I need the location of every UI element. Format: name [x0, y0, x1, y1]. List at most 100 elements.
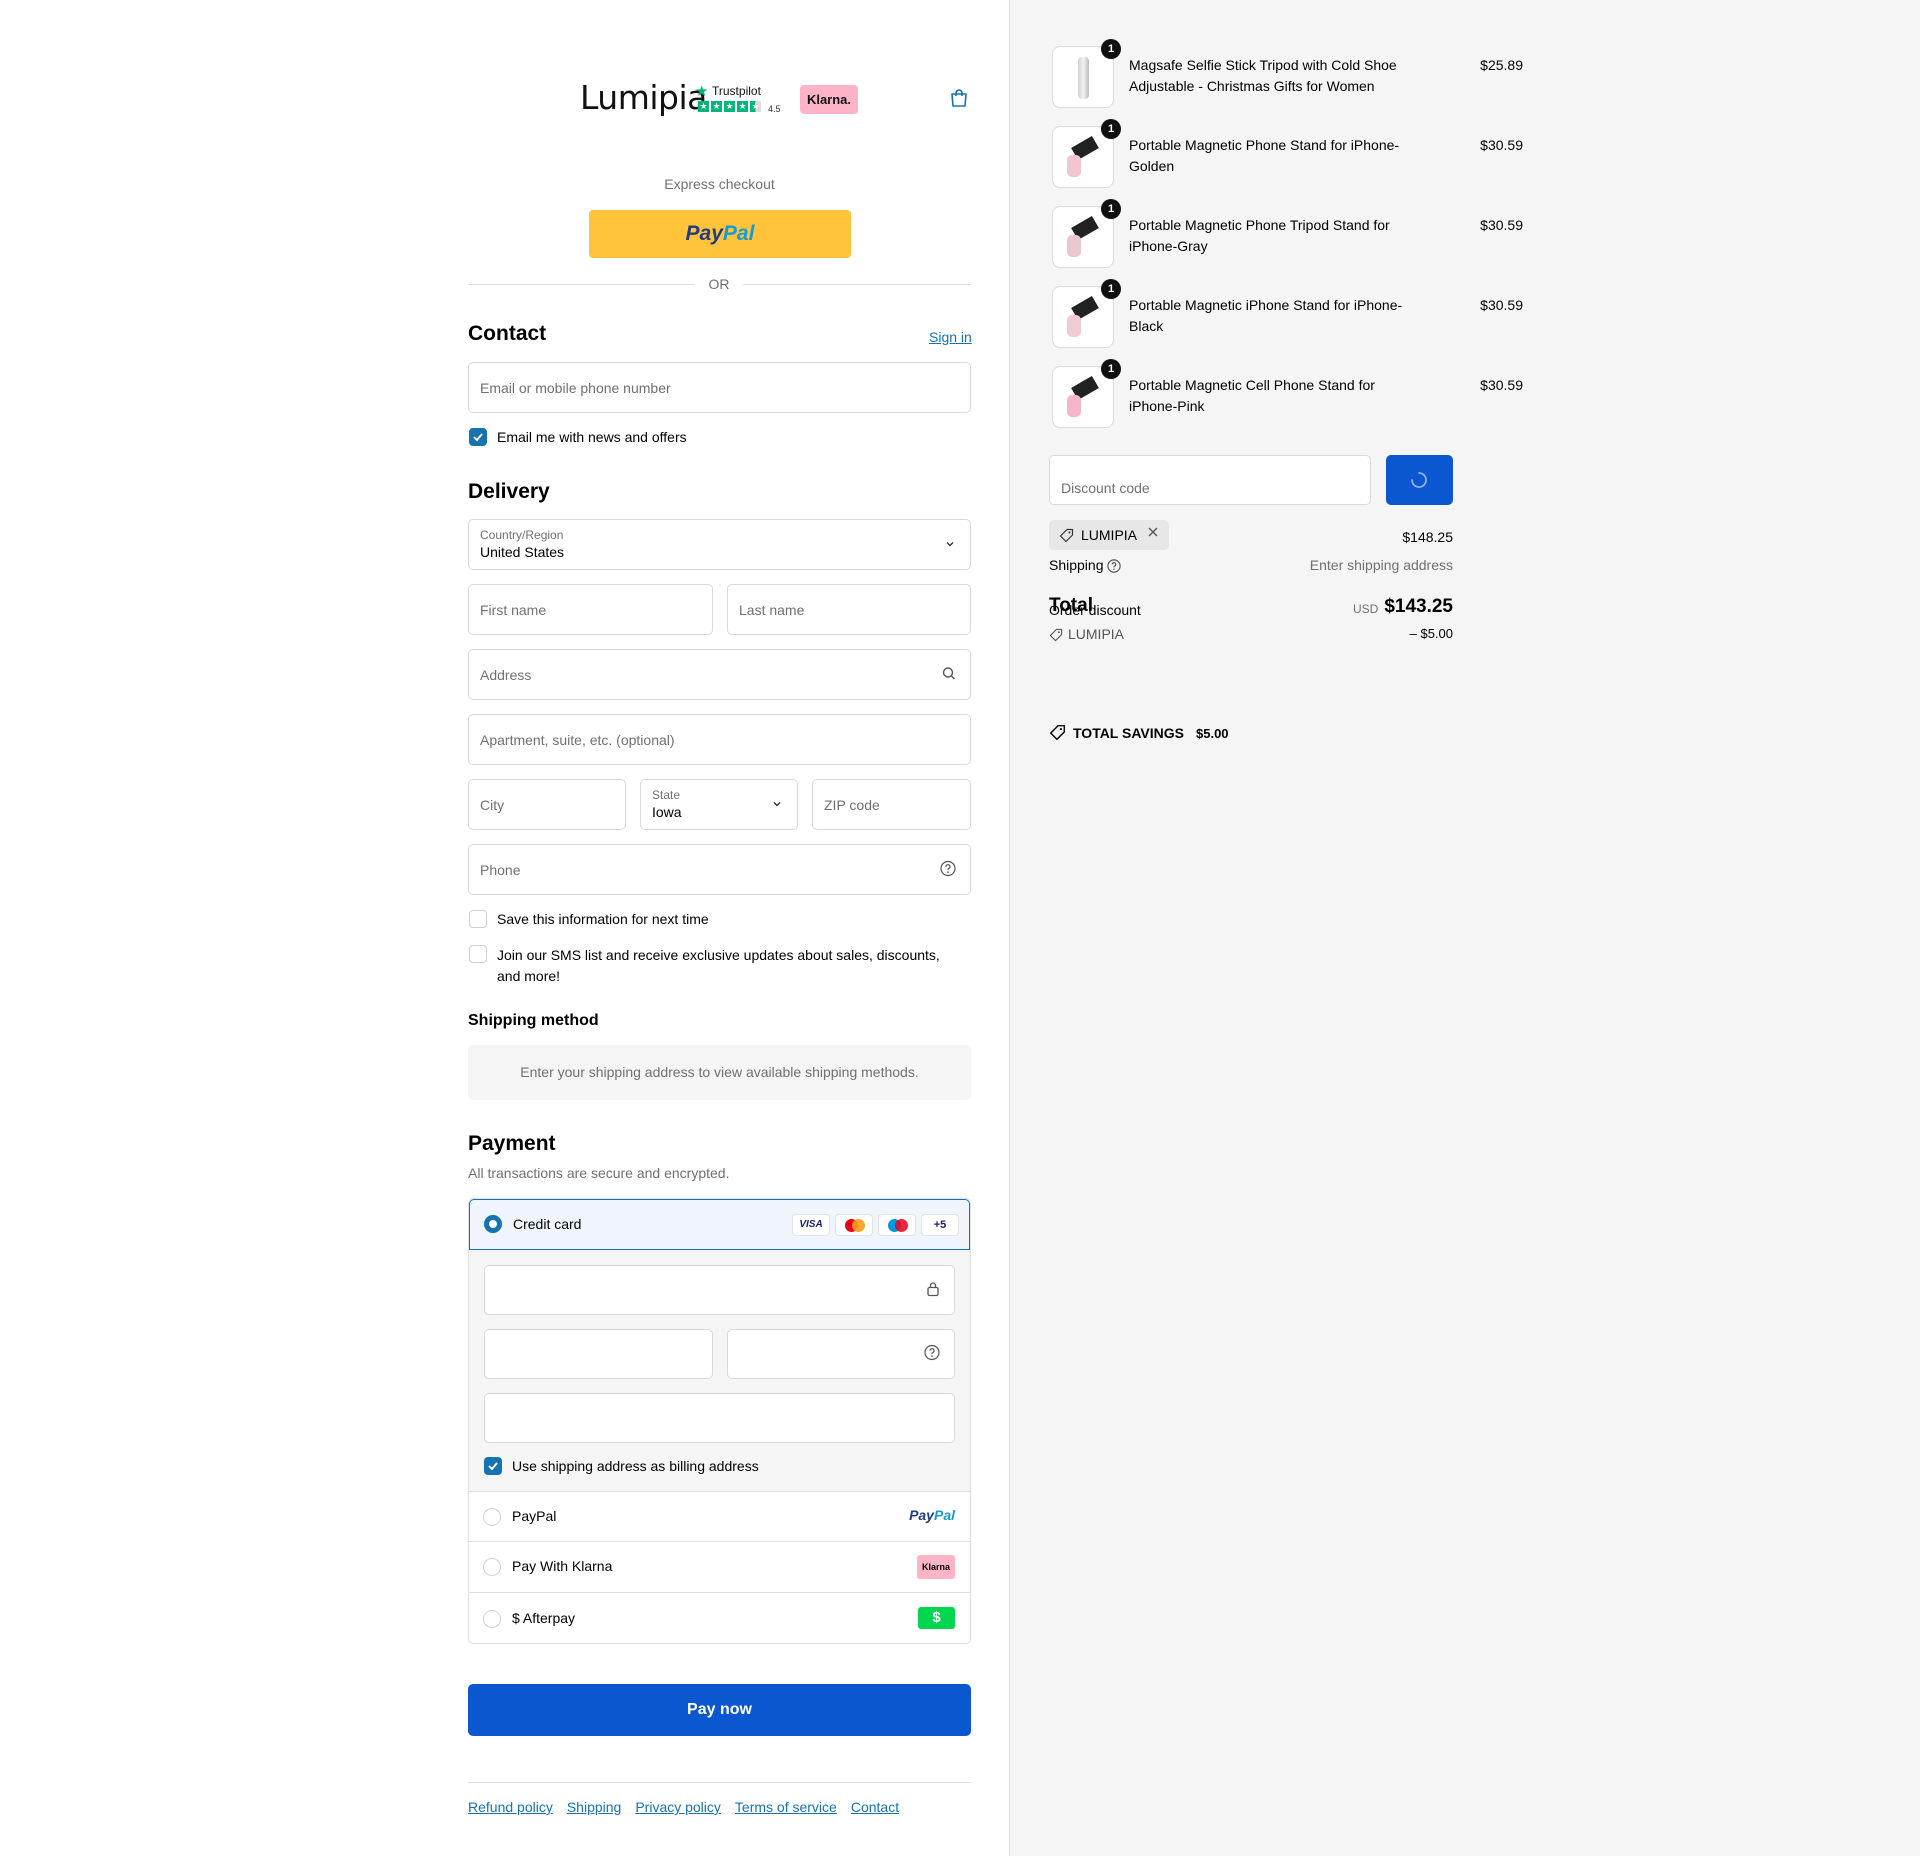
product-name: Magsafe Selfie Stick Tripod with Cold Sh… [1129, 57, 1397, 94]
contact-link[interactable]: Contact [851, 1799, 899, 1815]
card-number-field[interactable] [484, 1265, 955, 1315]
trustpilot-badge: ★ Trustpilot ★ ★ ★ ★ ★ 4.5 [695, 82, 783, 120]
total-savings-label: TOTAL SAVINGS [1073, 725, 1184, 741]
tripod-stick-image [1078, 57, 1089, 99]
quantity-badge: 1 [1101, 359, 1121, 379]
credit-card-radio[interactable] [484, 1215, 502, 1233]
newsletter-label: Email me with news and offers [497, 429, 687, 445]
discount-code-placeholder: Discount code [1061, 480, 1150, 496]
or-label: OR [695, 276, 743, 292]
credit-card-option[interactable]: Credit card VISA +5 [469, 1199, 970, 1250]
zip-placeholder: ZIP code [824, 796, 880, 813]
payment-methods: Credit card VISA +5 Use shipping address… [468, 1198, 971, 1644]
help-icon[interactable] [1107, 559, 1121, 576]
first-name-field[interactable]: First name [468, 584, 713, 635]
product-thumbnail: 1 [1052, 119, 1121, 188]
paypal-logo: PayPal [685, 222, 755, 245]
klarna-radio[interactable] [483, 1558, 501, 1576]
klarna-logo: Klarna [917, 1555, 955, 1579]
apartment-placeholder: Apartment, suite, etc. (optional) [480, 731, 675, 748]
afterpay-option-label: $ Afterpay [512, 1610, 576, 1626]
address-placeholder: Address [480, 666, 532, 683]
product-price: $30.59 [1480, 297, 1523, 313]
search-icon [942, 666, 956, 683]
card-expiry-field[interactable] [484, 1329, 713, 1379]
paypal-option[interactable]: PayPal PayPal [469, 1491, 970, 1541]
discount-value: – $5.00 [1409, 626, 1453, 641]
quantity-badge: 1 [1101, 199, 1121, 219]
billing-same-checkbox[interactable] [484, 1457, 502, 1475]
discount-code-label: LUMIPIA [1068, 626, 1125, 642]
remove-code-icon[interactable] [1146, 525, 1160, 542]
contact-heading: Contact [468, 322, 547, 345]
privacy-policy-link[interactable]: Privacy policy [635, 1799, 721, 1815]
apartment-field[interactable]: Apartment, suite, etc. (optional) [468, 714, 971, 765]
country-select[interactable]: Country/Region United States [468, 519, 971, 570]
footer-links: Refund policy Shipping Privacy policy Te… [468, 1799, 899, 1815]
total-value: $143.25 [1384, 596, 1453, 617]
address-field[interactable]: Address [468, 649, 971, 700]
lock-icon [926, 1281, 940, 1300]
zip-field[interactable]: ZIP code [812, 779, 971, 830]
help-icon[interactable] [940, 860, 956, 879]
paypal-express-button[interactable]: PayPal [589, 210, 851, 258]
pay-now-button[interactable]: Pay now [468, 1684, 971, 1736]
more-brands-badge: +5 [921, 1214, 959, 1236]
shipping-method-heading: Shipping method [468, 1012, 599, 1029]
save-info-checkbox[interactable] [469, 910, 487, 928]
save-info-label: Save this information for next time [497, 911, 709, 927]
trustpilot-stars: ★ ★ ★ ★ ★ [698, 101, 761, 112]
quantity-badge: 1 [1101, 119, 1121, 139]
discount-code-field[interactable]: Discount code [1049, 455, 1371, 505]
product-thumbnail: 1 [1052, 279, 1121, 348]
trustpilot-label: Trustpilot [712, 84, 761, 98]
afterpay-option[interactable]: $ Afterpay $ [469, 1592, 970, 1643]
trustpilot-score: 4.5 [768, 104, 781, 114]
country-value: United States [480, 544, 565, 560]
card-name-field[interactable] [484, 1393, 955, 1443]
cart-icon[interactable] [948, 87, 970, 112]
footer-divider [468, 1782, 971, 1783]
refund-policy-link[interactable]: Refund policy [468, 1799, 553, 1815]
cash-app-logo: $ [918, 1607, 955, 1629]
payment-subtitle: All transactions are secure and encrypte… [468, 1165, 730, 1181]
terms-of-service-link[interactable]: Terms of service [735, 1799, 837, 1815]
credit-card-label: Credit card [513, 1216, 582, 1232]
first-name-placeholder: First name [480, 601, 547, 618]
newsletter-checkbox[interactable] [469, 428, 487, 446]
klarna-option[interactable]: Pay With Klarna Klarna [469, 1541, 970, 1592]
sms-optin-checkbox[interactable] [469, 945, 487, 963]
paypal-radio[interactable] [483, 1508, 501, 1526]
email-field[interactable]: Email or mobile phone number [468, 362, 971, 413]
shipping-value: Enter shipping address [1309, 557, 1453, 573]
tag-icon [1049, 724, 1066, 741]
sms-optin-label: Join our SMS list and receive exclusive … [497, 947, 940, 984]
apply-discount-button[interactable] [1386, 455, 1453, 505]
paypal-logo: PayPal [909, 1507, 955, 1523]
afterpay-radio[interactable] [483, 1610, 501, 1628]
total-savings-value: $5.00 [1196, 726, 1229, 741]
applied-code-label: LUMIPIA [1081, 527, 1138, 543]
klarna-badge: Klarna. [800, 85, 858, 114]
product-thumbnail: 1 [1052, 199, 1121, 268]
help-icon[interactable] [924, 1344, 940, 1364]
card-cvv-field[interactable] [727, 1329, 955, 1379]
product-name: Portable Magnetic Cell Phone Stand for i… [1129, 377, 1375, 414]
email-placeholder: Email or mobile phone number [480, 379, 671, 396]
product-thumbnail: 1 [1052, 39, 1121, 108]
order-summary: 1 Magsafe Selfie Stick Tripod with Cold … [1009, 0, 1920, 1856]
state-select[interactable]: State Iowa [640, 779, 798, 830]
product-price: $30.59 [1480, 377, 1523, 393]
total-label: Total [1049, 595, 1093, 616]
payment-heading: Payment [468, 1132, 556, 1155]
city-placeholder: City [480, 796, 505, 813]
shipping-link[interactable]: Shipping [567, 1799, 622, 1815]
phone-field[interactable]: Phone [468, 844, 971, 895]
store-logo[interactable]: Lumipia [580, 78, 707, 117]
tag-icon [1059, 528, 1074, 543]
city-field[interactable]: City [468, 779, 626, 830]
state-label: State [652, 788, 681, 802]
chevron-down-icon [771, 797, 783, 813]
last-name-field[interactable]: Last name [727, 584, 971, 635]
sign-in-link[interactable]: Sign in [929, 329, 972, 345]
